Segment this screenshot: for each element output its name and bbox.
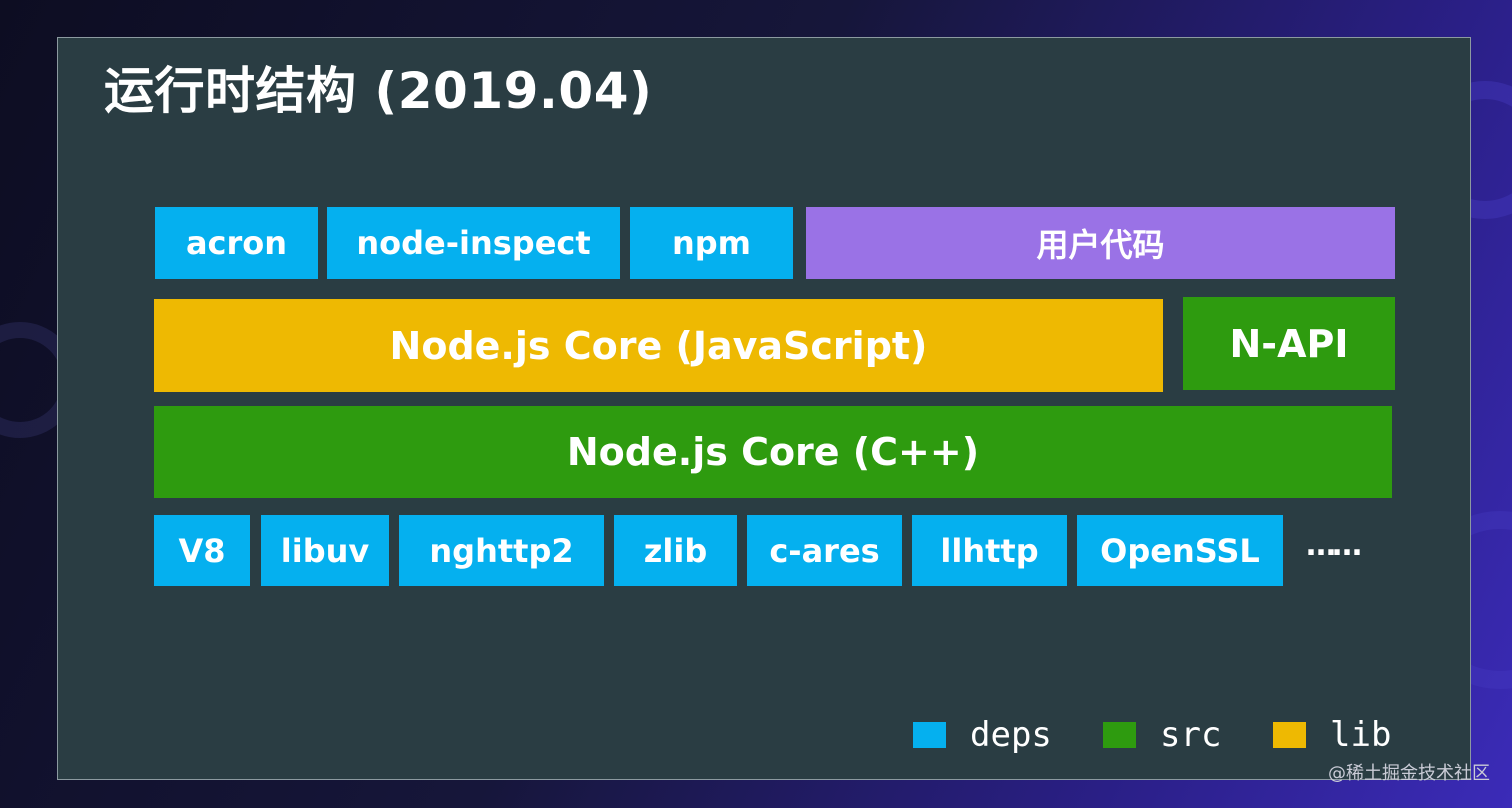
block-node-core-js: Node.js Core (JavaScript) <box>154 299 1163 392</box>
block-zlib: zlib <box>614 515 737 586</box>
slide-title: 运行时结构 (2019.04) <box>104 62 653 120</box>
legend-swatch-src <box>1103 722 1136 748</box>
more-ellipsis: …… <box>1306 528 1362 563</box>
block-openssl: OpenSSL <box>1077 515 1283 586</box>
block-v8: V8 <box>154 515 250 586</box>
legend-item-lib: lib <box>1273 718 1391 752</box>
block-node-inspect: node-inspect <box>327 207 620 279</box>
block-c-ares: c-ares <box>747 515 902 586</box>
block-user-code: 用户代码 <box>806 207 1395 279</box>
block-llhttp: llhttp <box>912 515 1067 586</box>
slide-panel: 运行时结构 (2019.04) acron node-inspect npm 用… <box>57 37 1471 780</box>
block-libuv: libuv <box>261 515 389 586</box>
legend-swatch-lib <box>1273 722 1306 748</box>
block-n-api: N-API <box>1183 297 1395 390</box>
legend-swatch-deps <box>913 722 946 748</box>
block-npm: npm <box>630 207 793 279</box>
block-node-core-cpp: Node.js Core (C++) <box>154 406 1392 498</box>
block-acron: acron <box>155 207 318 279</box>
block-nghttp2: nghttp2 <box>399 515 604 586</box>
legend-item-deps: deps <box>913 718 1052 752</box>
legend-label-lib: lib <box>1330 715 1392 755</box>
legend-item-src: src <box>1103 718 1221 752</box>
legend-label-src: src <box>1160 715 1222 755</box>
legend-label-deps: deps <box>970 715 1052 755</box>
watermark: @稀土掘金技术社区 <box>1328 763 1490 784</box>
